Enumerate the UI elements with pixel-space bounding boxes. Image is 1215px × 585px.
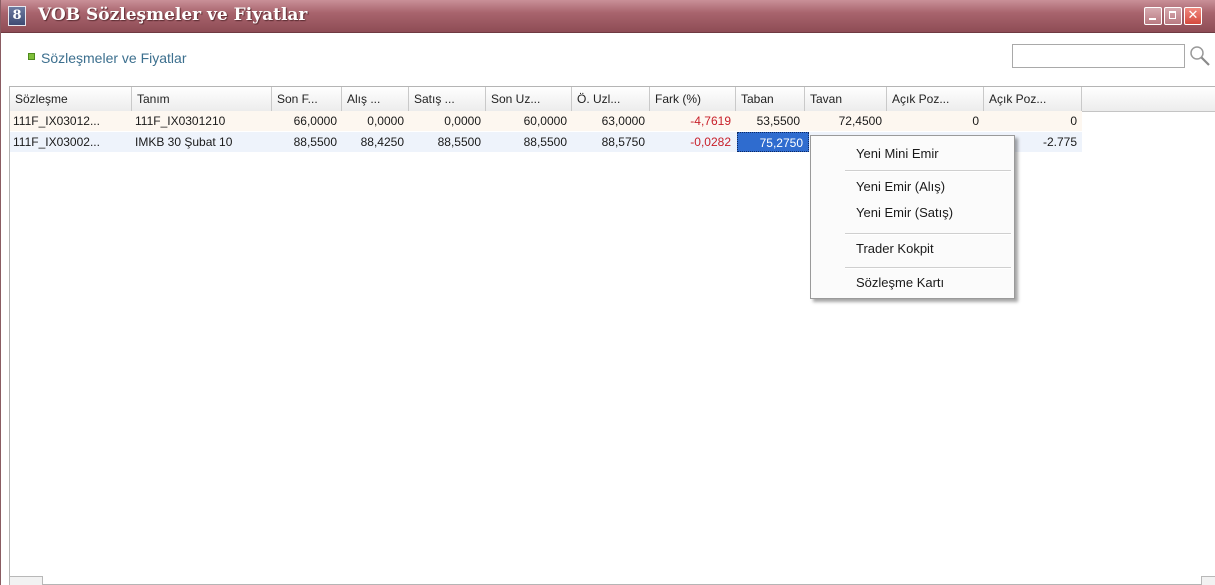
cell-onceki-uzlasma: 63,0000 — [601, 114, 645, 128]
window-title: VOB Sözleşmeler ve Fiyatlar — [38, 5, 308, 25]
menu-separator — [845, 170, 1011, 172]
menu-item-trader-kokpit[interactable]: Trader Kokpit — [856, 241, 934, 256]
maximize-icon — [1165, 8, 1181, 24]
cell-sozlesme: 111F_IX03012... — [13, 114, 100, 128]
title-bar[interactable]: 8 VOB Sözleşmeler ve Fiyatlar ✕ — [1, 0, 1215, 33]
menu-separator — [845, 233, 1011, 235]
column-header-alis[interactable]: Alış ... — [342, 87, 409, 111]
close-icon: ✕ — [1187, 8, 1199, 23]
column-header-son-uzlasma[interactable]: Son Uz... — [486, 87, 572, 111]
column-header-tavan[interactable]: Tavan — [805, 87, 887, 111]
cell-onceki-uzlasma: 88,5750 — [601, 135, 645, 149]
app-icon[interactable]: 8 — [8, 6, 26, 26]
cell-son-uzlasma: 88,5500 — [523, 135, 567, 149]
search-input[interactable] — [1012, 44, 1185, 68]
horizontal-scrollbar-left[interactable] — [9, 576, 43, 585]
column-header-acik-pozisyon-1[interactable]: Açık Poz... — [887, 87, 984, 111]
section-title: Sözleşmeler ve Fiyatlar — [41, 50, 187, 66]
column-header-fark[interactable]: Fark (%) — [650, 87, 736, 111]
column-header-taban[interactable]: Taban — [736, 87, 805, 111]
table-row[interactable]: 111F_IX03012... 111F_IX0301210 66,0000 0… — [10, 111, 1082, 131]
contracts-grid[interactable]: Sözleşme Tanım Son F... Alış ... Satış .… — [9, 86, 1215, 585]
column-header-sozlesme[interactable]: Sözleşme — [10, 87, 132, 111]
menu-item-yeni-emir-satis[interactable]: Yeni Emir (Satış) — [856, 205, 953, 220]
column-header-onceki-uzlasma[interactable]: Ö. Uzl... — [572, 87, 650, 111]
menu-item-yeni-emir-alis[interactable]: Yeni Emir (Alış) — [856, 179, 945, 194]
cell-taban: 53,5500 — [756, 114, 800, 128]
cell-alis: 88,4250 — [360, 135, 404, 149]
context-menu: Yeni Mini Emir Yeni Emir (Alış) Yeni Emi… — [810, 135, 1015, 299]
column-header-satis[interactable]: Satış ... — [409, 87, 486, 111]
minimize-button[interactable] — [1144, 7, 1162, 25]
main-window: 8 VOB Sözleşmeler ve Fiyatlar ✕ Sözleşme… — [0, 0, 1215, 585]
cell-satis: 88,5500 — [437, 135, 481, 149]
cell-tanim: IMKB 30 Şubat 10 — [135, 135, 233, 149]
search-icon[interactable] — [1189, 45, 1211, 67]
cell-fark: -4,7619 — [690, 114, 731, 128]
cell-son-uzlasma: 60,0000 — [523, 114, 567, 128]
column-header-acik-pozisyon-2[interactable]: Açık Poz... — [984, 87, 1082, 111]
cell-tanim: 111F_IX0301210 — [135, 114, 226, 128]
close-button[interactable]: ✕ — [1184, 7, 1202, 25]
menu-item-yeni-mini-emir[interactable]: Yeni Mini Emir — [856, 146, 939, 161]
menu-item-sozlesme-karti[interactable]: Sözleşme Kartı — [856, 275, 944, 290]
column-header-son-fiyat[interactable]: Son F... — [272, 87, 342, 111]
cell-tavan: 72,4500 — [838, 114, 882, 128]
column-header-tanim[interactable]: Tanım — [132, 87, 272, 111]
cell-taban-selected[interactable]: 75,2750 — [737, 132, 809, 152]
cell-satis: 0,0000 — [444, 114, 481, 128]
grid-header: Sözleşme Tanım Son F... Alış ... Satış .… — [10, 87, 1215, 112]
minimize-icon — [1145, 8, 1161, 24]
cell-fark: -0,0282 — [690, 135, 731, 149]
cell-alis: 0,0000 — [367, 114, 404, 128]
horizontal-scrollbar-right[interactable] — [1201, 576, 1215, 585]
menu-separator — [845, 267, 1011, 269]
cell-acik-pozisyon-2: 0 — [1070, 114, 1077, 128]
cell-sozlesme: 111F_IX03002... — [13, 135, 100, 149]
cell-son-fiyat: 66,0000 — [293, 114, 337, 128]
cell-acik-pozisyon-1: 0 — [972, 114, 979, 128]
maximize-button[interactable] — [1164, 7, 1182, 25]
cell-son-fiyat: 88,5500 — [293, 135, 337, 149]
section-bullet-icon — [28, 53, 35, 60]
